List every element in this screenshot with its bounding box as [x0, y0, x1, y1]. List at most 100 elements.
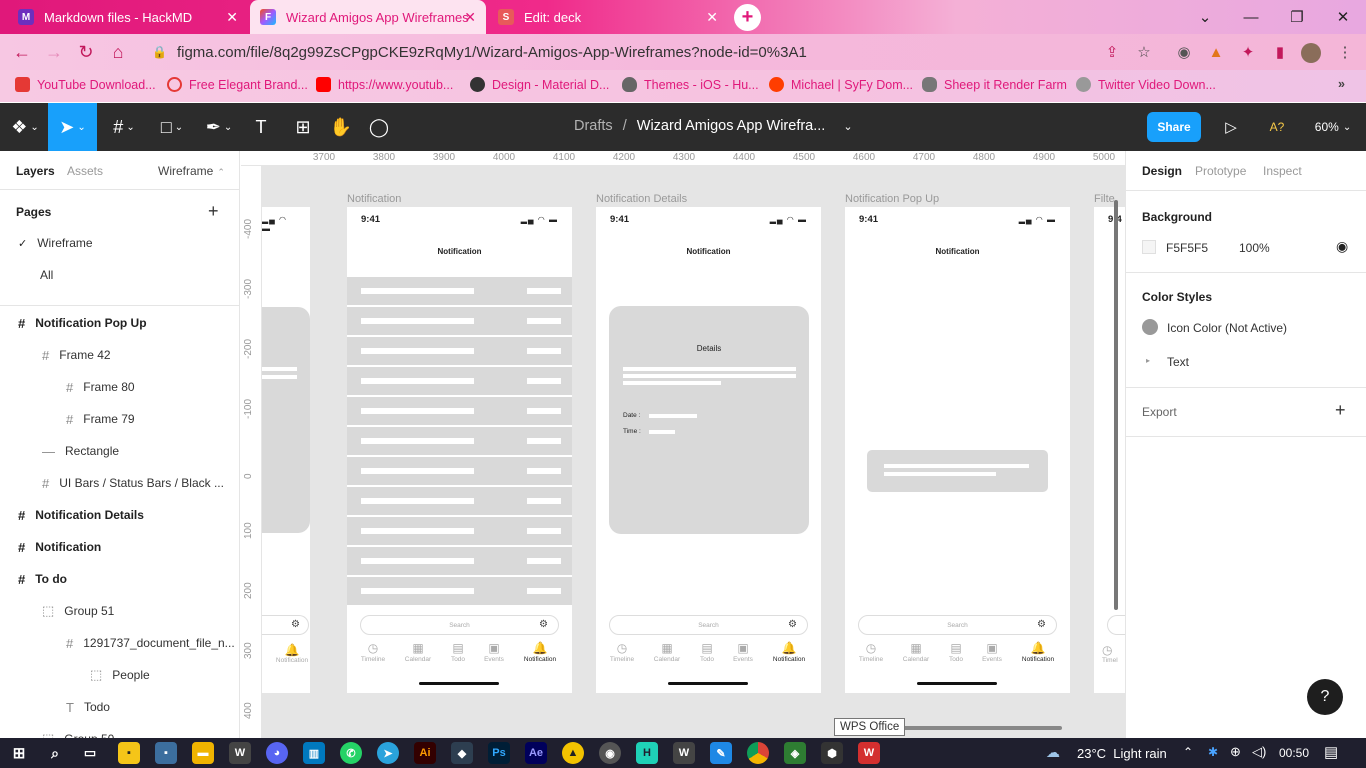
- list-item[interactable]: [347, 277, 572, 305]
- frame-label[interactable]: Notification Pop Up: [845, 193, 939, 205]
- background-hex[interactable]: F5F5F5: [1166, 241, 1208, 255]
- page-item-all[interactable]: All: [0, 259, 239, 291]
- list-item[interactable]: [347, 457, 572, 485]
- layer-item[interactable]: ⬚Group 50: [0, 723, 239, 738]
- layer-item[interactable]: # Notification: [0, 531, 239, 563]
- norton-icon[interactable]: ▲: [562, 742, 584, 764]
- breadcrumb-drafts[interactable]: Drafts: [574, 118, 613, 134]
- side-panel-icon[interactable]: ▮: [1271, 43, 1289, 61]
- file-explorer-icon[interactable]: ▬: [192, 742, 214, 764]
- nav-calendar[interactable]: ▦ Calendar: [396, 641, 440, 663]
- search-icon[interactable]: ⌕: [44, 742, 66, 764]
- nav-timeline[interactable]: ◷ Timeline: [600, 641, 644, 663]
- color-style-swatch[interactable]: [1142, 319, 1158, 335]
- frame-notification[interactable]: 9:41 ▂▄ ◠ ▬ Notification Search ⚙ ◷ Timeli…: [347, 207, 572, 693]
- wps-office-icon[interactable]: W: [858, 742, 880, 764]
- vscode-icon[interactable]: ◆: [451, 742, 473, 764]
- bookmark-item[interactable]: Free Elegant Brand...: [167, 77, 308, 92]
- url-bar[interactable]: 🔒 figma.com/file/8q2g99ZsCPgpCKE9zRqMy1/…: [140, 37, 1160, 67]
- layer-item[interactable]: ⬚ People: [0, 659, 239, 691]
- restore-button[interactable]: ❐: [1274, 0, 1320, 34]
- present-play-icon[interactable]: ▷: [1218, 103, 1244, 151]
- nav-notification[interactable]: 🔔 Notification: [767, 641, 811, 663]
- nav-timeline[interactable]: ◷ Timeline: [849, 641, 893, 663]
- nav-notification[interactable]: 🔔 Notification: [518, 641, 562, 663]
- tab-layers[interactable]: Layers: [16, 164, 55, 178]
- wordpress-alt-icon[interactable]: W: [673, 742, 695, 764]
- filter-icon[interactable]: ⚙: [1037, 619, 1046, 630]
- layer-item[interactable]: — Rectangle: [0, 435, 239, 467]
- maps-app-icon[interactable]: ◈: [784, 742, 806, 764]
- popup-card[interactable]: [867, 450, 1048, 492]
- frame-tool-icon[interactable]: # ⌄: [104, 103, 144, 151]
- telegram-icon[interactable]: ➤: [377, 742, 399, 764]
- bookmark-item[interactable]: https://www.youtub...: [316, 77, 453, 92]
- nav-events[interactable]: ▣ Events: [721, 641, 765, 663]
- background-swatch[interactable]: [1142, 240, 1156, 254]
- list-item[interactable]: [347, 517, 572, 545]
- bookmark-item[interactable]: Themes - iOS - Hu...: [622, 77, 759, 92]
- user-badge[interactable]: A?: [1262, 103, 1292, 151]
- help-button[interactable]: ?: [1307, 679, 1343, 715]
- add-export-icon[interactable]: +: [1335, 400, 1346, 421]
- hacker-app-icon[interactable]: H: [636, 742, 658, 764]
- filter-icon[interactable]: ⚙: [539, 619, 548, 630]
- minimize-button[interactable]: —: [1228, 0, 1274, 34]
- nav-notification[interactable]: 🔔 Notification: [1016, 641, 1060, 663]
- figma-menu-icon[interactable]: ❖ ⌄: [4, 103, 46, 151]
- filter-icon[interactable]: ⚙: [291, 619, 300, 630]
- layer-item[interactable]: # Notification Details: [0, 499, 239, 531]
- pen-app-icon[interactable]: ✎: [710, 742, 732, 764]
- caret-right-icon[interactable]: ▸: [1146, 356, 1150, 365]
- bookmark-item[interactable]: YouTube Download...: [15, 77, 156, 92]
- close-icon[interactable]: ✕: [706, 9, 718, 26]
- list-item[interactable]: [347, 427, 572, 455]
- design-canvas[interactable]: ▂▄ ◠ ▬ ⚙ 🔔 Notification Notification 9:41…: [262, 166, 1125, 738]
- sticky-notes-icon[interactable]: ▪: [118, 742, 140, 764]
- new-tab-button[interactable]: +: [734, 4, 761, 31]
- profile-avatar[interactable]: [1301, 43, 1321, 63]
- menu-kebab-icon[interactable]: ⋮: [1336, 43, 1354, 61]
- nav-calendar[interactable]: ▦ Calendar: [645, 641, 689, 663]
- tray-chevron-icon[interactable]: ⌃: [1183, 745, 1193, 759]
- tab-search-icon[interactable]: ⌄: [1182, 0, 1228, 34]
- back-icon[interactable]: ←: [10, 40, 34, 64]
- trello-icon[interactable]: ▥: [303, 742, 325, 764]
- frame-notification-details[interactable]: 9:41 ▂▄ ◠ ▬ Notification Details Date : …: [596, 207, 821, 693]
- color-style-item[interactable]: Icon Color (Not Active): [1167, 321, 1287, 335]
- close-icon[interactable]: ✕: [226, 9, 238, 26]
- vertical-scrollbar[interactable]: [1114, 200, 1118, 610]
- color-style-group[interactable]: Text: [1167, 355, 1189, 369]
- file-title[interactable]: Wizard Amigos App Wirefra...: [637, 118, 826, 134]
- illustrator-icon[interactable]: Ai: [414, 742, 436, 764]
- zoom-dropdown[interactable]: 60% ⌄: [1310, 103, 1356, 151]
- list-item[interactable]: [347, 397, 572, 425]
- volume-icon[interactable]: ◁): [1252, 744, 1266, 760]
- layer-item[interactable]: # Frame 42: [0, 339, 239, 371]
- weather-cloud-icon[interactable]: ☁: [1046, 744, 1060, 761]
- search-bar[interactable]: Search ⚙: [609, 615, 808, 635]
- filter-icon[interactable]: ⚙: [788, 619, 797, 630]
- whatsapp-icon[interactable]: ✆: [340, 742, 362, 764]
- page-item-wireframe[interactable]: ✓ Wireframe: [0, 227, 239, 259]
- wordpress-icon[interactable]: W: [229, 742, 251, 764]
- frame-label[interactable]: Notification: [347, 193, 401, 205]
- extensions-puzzle-icon[interactable]: ✦: [1239, 43, 1257, 61]
- frame-label[interactable]: Notification Details: [596, 193, 687, 205]
- bookmark-item[interactable]: Twitter Video Down...: [1076, 77, 1216, 92]
- list-item[interactable]: [347, 577, 572, 605]
- background-opacity[interactable]: 100%: [1239, 241, 1270, 255]
- list-item[interactable]: [347, 307, 572, 335]
- nav-events[interactable]: ▣ Events: [472, 641, 516, 663]
- layer-item[interactable]: # Frame 80: [0, 371, 239, 403]
- layer-item[interactable]: # Frame 79: [0, 403, 239, 435]
- nav-events[interactable]: ▣ Events: [970, 641, 1014, 663]
- clock-time[interactable]: 00:50: [1279, 746, 1309, 760]
- search-bar[interactable]: ⚙: [262, 615, 309, 635]
- layer-item[interactable]: #1291737_document_file_n...: [0, 627, 239, 659]
- photoshop-icon[interactable]: Ps: [488, 742, 510, 764]
- search-bar[interactable]: Search ⚙: [360, 615, 559, 635]
- frame-notification-popup[interactable]: 9:41 ▂▄ ◠ ▬ Notification Search ⚙ ◷ Timeli…: [845, 207, 1070, 693]
- close-window-button[interactable]: ✕: [1320, 0, 1366, 34]
- share-page-icon[interactable]: ⇪: [1103, 43, 1121, 61]
